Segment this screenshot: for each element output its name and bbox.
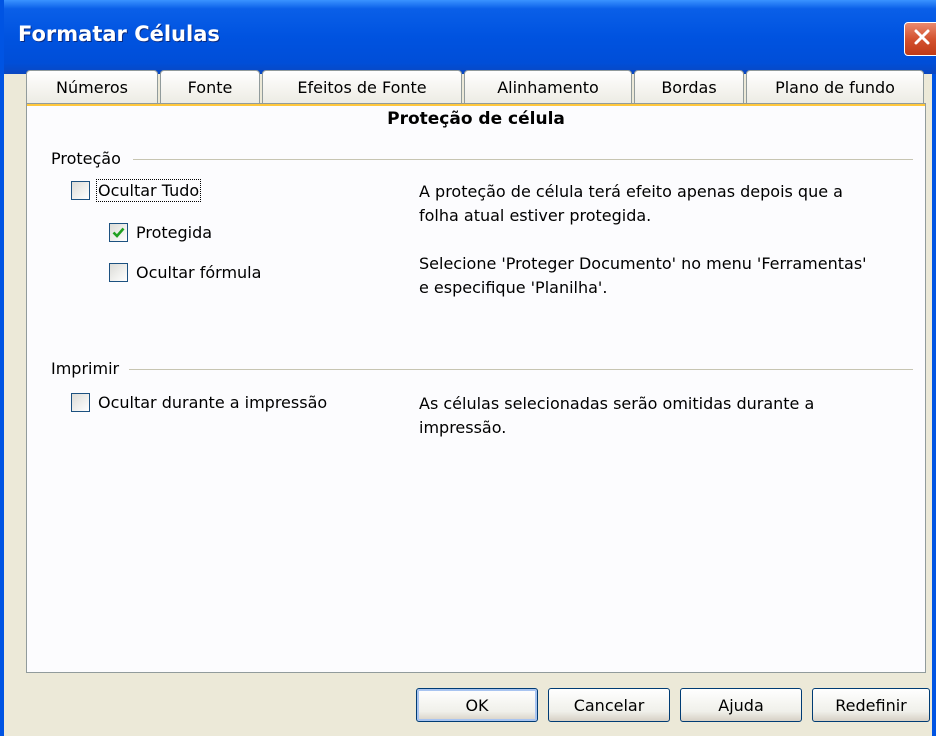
protection-group-label: Proteção <box>51 149 121 168</box>
reset-button[interactable]: Redefinir <box>812 688 930 722</box>
protected-option[interactable]: Protegida <box>109 220 212 244</box>
tab-strip: Números Fonte Efeitos de Fonte Alinhamen… <box>26 70 926 104</box>
tab-fonte[interactable]: Fonte <box>160 70 260 104</box>
hide-all-checkbox[interactable] <box>71 180 90 200</box>
tab-label: Números <box>56 78 128 97</box>
close-icon <box>912 27 932 51</box>
cancel-button[interactable]: Cancelar <box>548 688 670 722</box>
cancel-button-label: Cancelar <box>573 695 645 715</box>
hide-formula-label: Ocultar fórmula <box>136 262 262 282</box>
tab-label: Alinhamento <box>497 78 599 97</box>
print-group-divider <box>129 369 913 370</box>
hide-all-option[interactable]: Ocultar Tudo <box>71 178 202 202</box>
tab-numeros[interactable]: Números <box>26 70 158 104</box>
tab-label: Fonte <box>187 78 233 97</box>
reset-button-label: Redefinir <box>835 695 907 715</box>
tab-efeitos-de-fonte[interactable]: Efeitos de Fonte <box>262 70 462 104</box>
window-title: Formatar Células <box>18 22 220 46</box>
tab-plano-de-fundo[interactable]: Plano de fundo <box>746 70 924 104</box>
protection-group-divider <box>133 159 913 160</box>
help-button-label: Ajuda <box>718 695 764 715</box>
tab-bordas[interactable]: Bordas <box>634 70 744 104</box>
tab-label: Bordas <box>661 78 717 97</box>
title-bar[interactable]: Formatar Células <box>4 0 936 74</box>
print-note: As células selecionadas serão omitidas d… <box>419 394 815 437</box>
hide-formula-checkbox[interactable] <box>109 262 128 282</box>
help-button[interactable]: Ajuda <box>680 688 802 722</box>
hide-print-label: Ocultar durante a impressão <box>98 392 328 412</box>
print-group-label: Imprimir <box>51 359 120 378</box>
hide-print-checkbox[interactable] <box>71 392 90 412</box>
tab-label: Efeitos de Fonte <box>297 78 427 97</box>
protection-note-1: A proteção de célula terá efeito apenas … <box>419 182 843 225</box>
hide-formula-option[interactable]: Ocultar fórmula <box>109 260 261 284</box>
tab-protecao-de-celula[interactable]: Proteção de célula <box>27 104 925 132</box>
tab-label: Proteção de célula <box>387 109 565 129</box>
protected-checkbox[interactable] <box>109 222 128 242</box>
hide-print-option[interactable]: Ocultar durante a impressão <box>71 390 327 414</box>
tab-alinhamento[interactable]: Alinhamento <box>464 70 632 104</box>
protection-note-2: Selecione 'Proteger Documento' no menu '… <box>419 254 867 297</box>
ok-button-label: OK <box>465 695 489 715</box>
tab-panel: Proteção de célula Proteção Ocultar Tudo… <box>26 103 926 673</box>
check-icon <box>112 227 125 238</box>
ok-button[interactable]: OK <box>416 688 538 722</box>
close-button[interactable] <box>904 22 936 56</box>
protected-label: Protegida <box>136 222 213 242</box>
hide-all-label: Ocultar Tudo <box>95 178 202 202</box>
tab-label: Plano de fundo <box>775 78 895 97</box>
format-cells-dialog: Formatar Células Números Fonte Efeitos d… <box>0 0 936 736</box>
